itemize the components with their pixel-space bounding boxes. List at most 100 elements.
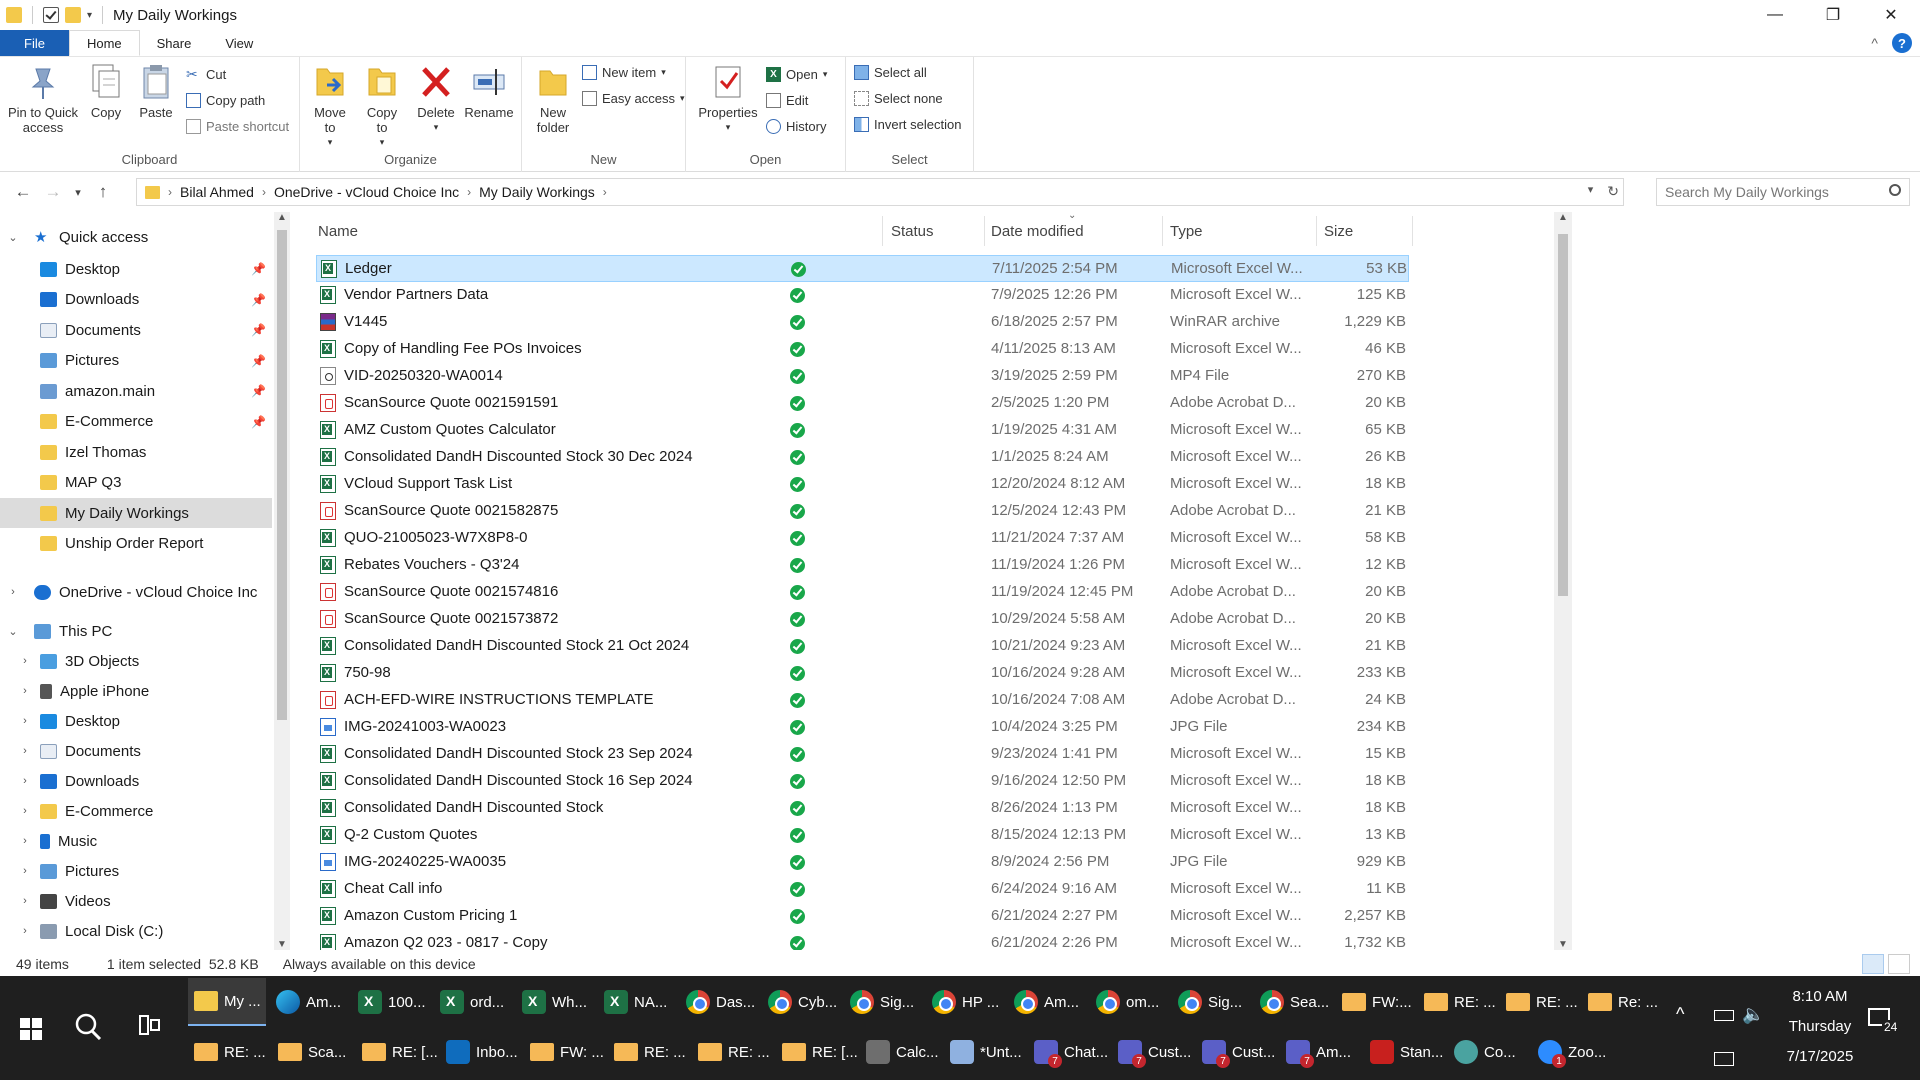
maximize-button[interactable]: ❐ bbox=[1804, 0, 1862, 30]
properties-check-icon[interactable] bbox=[43, 7, 59, 23]
pin-icon[interactable]: 📌 bbox=[251, 323, 266, 337]
pin-icon[interactable]: 📌 bbox=[251, 415, 266, 429]
taskbar-app-button[interactable]: Am... bbox=[270, 978, 348, 1026]
copy-path-button[interactable]: Copy path bbox=[186, 93, 265, 108]
nav-item-izel-thomas[interactable]: Izel Thomas bbox=[0, 437, 272, 467]
table-row[interactable]: Amazon Q2 023 - 0817 - Copy 6/21/2024 2:… bbox=[316, 930, 1409, 950]
taskbar-app-button[interactable]: RE: ... bbox=[692, 1028, 772, 1076]
recent-locations-chevron-icon[interactable]: ▾ bbox=[68, 186, 88, 199]
table-row[interactable]: Q-2 Custom Quotes 8/15/2024 12:13 PM Mic… bbox=[316, 822, 1409, 849]
table-row[interactable]: Cheat Call info 6/24/2024 9:16 AM Micros… bbox=[316, 876, 1409, 903]
tab-file[interactable]: File bbox=[0, 30, 69, 56]
table-row[interactable]: ScanSource Quote 0021573872 10/29/2024 5… bbox=[316, 606, 1409, 633]
paste-button[interactable]: Paste bbox=[136, 63, 176, 120]
scroll-down-icon[interactable]: ▼ bbox=[1558, 939, 1568, 950]
nav-item-pictures[interactable]: Pictures 📌 bbox=[0, 346, 272, 376]
table-row[interactable]: Consolidated DandH Discounted Stock 23 S… bbox=[316, 741, 1409, 768]
table-row[interactable]: ScanSource Quote 0021591591 2/5/2025 1:2… bbox=[316, 390, 1409, 417]
nav-scrollbar[interactable]: ▲ ▼ bbox=[274, 212, 290, 950]
table-row[interactable]: ScanSource Quote 0021574816 11/19/2024 1… bbox=[316, 579, 1409, 606]
tab-share[interactable]: Share bbox=[140, 30, 209, 56]
taskbar-app-button[interactable]: Stan... bbox=[1364, 1028, 1444, 1076]
taskbar-app-button[interactable]: RE: [... bbox=[356, 1028, 438, 1076]
table-row[interactable]: QUO-21005023-W7X8P8-0 11/21/2024 7:37 AM… bbox=[316, 525, 1409, 552]
taskbar-app-button[interactable]: RE: [... bbox=[776, 1028, 858, 1076]
minimize-button[interactable]: — bbox=[1746, 0, 1804, 30]
nav-item-map-q3[interactable]: MAP Q3 bbox=[0, 468, 272, 498]
table-row[interactable]: ACH-EFD-WIRE INSTRUCTIONS TEMPLATE 10/16… bbox=[316, 687, 1409, 714]
column-divider[interactable] bbox=[1316, 216, 1317, 246]
taskbar-app-button[interactable]: Cyb... bbox=[762, 978, 840, 1026]
expand-chevron-icon[interactable]: › bbox=[18, 835, 32, 847]
pin-icon[interactable]: 📌 bbox=[251, 354, 266, 368]
nav-item-my-daily-workings[interactable]: My Daily Workings bbox=[0, 498, 272, 528]
volume-icon[interactable]: 🔈 bbox=[1742, 1004, 1764, 1025]
taskbar-app-button[interactable]: RE: ... bbox=[1500, 978, 1578, 1026]
move-to-button[interactable]: Move to ▾ bbox=[310, 63, 350, 150]
taskbar-app-button[interactable]: Das... bbox=[680, 978, 758, 1026]
nav-item-unship-order-report[interactable]: Unship Order Report bbox=[0, 529, 272, 559]
search-input[interactable]: Search My Daily Workings bbox=[1665, 184, 1829, 200]
properties-button[interactable]: Properties ▾ bbox=[696, 63, 760, 135]
nav-item-documents[interactable]: Documents 📌 bbox=[0, 315, 272, 345]
nav-item-downloads[interactable]: Downloads 📌 bbox=[0, 285, 272, 315]
details-view-icon[interactable] bbox=[1862, 954, 1884, 974]
up-arrow-icon[interactable]: ↑ bbox=[88, 182, 118, 202]
taskbar-app-button[interactable]: Sea... bbox=[1254, 978, 1332, 1026]
notification-center-button[interactable]: 24 bbox=[1864, 1004, 1904, 1044]
easy-access-button[interactable]: Easy access ▾ bbox=[582, 91, 685, 106]
table-row[interactable]: ScanSource Quote 0021582875 12/5/2024 12… bbox=[316, 498, 1409, 525]
table-row[interactable]: Vendor Partners Data 7/9/2025 12:26 PM M… bbox=[316, 282, 1409, 309]
paste-shortcut-button[interactable]: Paste shortcut bbox=[186, 119, 289, 134]
search-icon[interactable] bbox=[74, 1012, 102, 1046]
file-list-scrollbar[interactable]: ▲ ▼ bbox=[1554, 212, 1572, 950]
breadcrumb-chevron-icon[interactable]: › bbox=[260, 185, 268, 199]
table-row[interactable]: IMG-20240225-WA0035 8/9/2024 2:56 PM JPG… bbox=[316, 849, 1409, 876]
forward-arrow-icon[interactable]: → bbox=[38, 182, 68, 202]
taskbar-app-button[interactable]: Am... bbox=[1008, 978, 1086, 1026]
taskbar-app-button[interactable]: FW:... bbox=[1336, 978, 1414, 1026]
nav-onedrive[interactable]: › OneDrive - vCloud Choice Inc bbox=[0, 577, 272, 607]
nav-pc-item-e-commerce[interactable]: › E-Commerce bbox=[0, 796, 272, 826]
close-button[interactable]: ✕ bbox=[1862, 0, 1920, 30]
column-header-type[interactable]: Type bbox=[1170, 212, 1203, 250]
taskbar-app-button[interactable]: RE: ... bbox=[188, 1028, 268, 1076]
nav-item-e-commerce[interactable]: E-Commerce 📌 bbox=[0, 407, 272, 437]
search-box[interactable]: Search My Daily Workings bbox=[1656, 178, 1910, 206]
table-row[interactable]: Copy of Handling Fee POs Invoices 4/11/2… bbox=[316, 336, 1409, 363]
copy-to-button[interactable]: Copy to ▾ bbox=[362, 63, 402, 150]
breadcrumb-chevron-icon[interactable]: › bbox=[465, 185, 473, 199]
tab-view[interactable]: View bbox=[208, 30, 270, 56]
expand-chevron-icon[interactable]: › bbox=[18, 775, 32, 787]
nav-pc-item-videos[interactable]: › Videos bbox=[0, 886, 272, 916]
table-row[interactable]: Rebates Vouchers - Q3'24 11/19/2024 1:26… bbox=[316, 552, 1409, 579]
nav-item-amazon-main[interactable]: amazon.main 📌 bbox=[0, 376, 272, 406]
address-history-chevron-icon[interactable]: ▾ bbox=[1588, 183, 1594, 200]
edit-button[interactable]: Edit bbox=[766, 93, 808, 108]
help-icon[interactable]: ? bbox=[1892, 33, 1912, 53]
scroll-up-icon[interactable]: ▲ bbox=[1558, 212, 1568, 223]
taskbar-app-button[interactable]: *Unt... bbox=[944, 1028, 1024, 1076]
new-folder-icon[interactable] bbox=[65, 7, 81, 23]
battery-icon[interactable] bbox=[1714, 1010, 1734, 1021]
taskbar-app-button[interactable]: 7 Chat... bbox=[1028, 1028, 1108, 1076]
table-row[interactable]: VCloud Support Task List 12/20/2024 8:12… bbox=[316, 471, 1409, 498]
taskbar-app-button[interactable]: Sig... bbox=[844, 978, 922, 1026]
table-row[interactable]: Consolidated DandH Discounted Stock 21 O… bbox=[316, 633, 1409, 660]
expand-chevron-icon[interactable]: › bbox=[18, 895, 32, 907]
taskbar-app-button[interactable]: Sig... bbox=[1172, 978, 1250, 1026]
large-icons-view-icon[interactable] bbox=[1888, 954, 1910, 974]
new-item-button[interactable]: New item ▾ bbox=[582, 65, 666, 80]
table-row[interactable]: 750-98 10/16/2024 9:28 AM Microsoft Exce… bbox=[316, 660, 1409, 687]
expand-chevron-icon[interactable]: › bbox=[18, 685, 32, 697]
column-header-status[interactable]: Status bbox=[891, 212, 934, 250]
table-row[interactable]: Consolidated DandH Discounted Stock 30 D… bbox=[316, 444, 1409, 471]
breadcrumb-user[interactable]: Bilal Ahmed bbox=[174, 184, 260, 200]
collapse-ribbon-icon[interactable]: ^ bbox=[1871, 35, 1878, 51]
taskbar-app-button[interactable]: Wh... bbox=[516, 978, 594, 1026]
nav-pc-item-downloads[interactable]: › Downloads bbox=[0, 766, 272, 796]
copy-button[interactable]: Copy bbox=[86, 63, 126, 120]
taskbar-app-button[interactable]: NA... bbox=[598, 978, 676, 1026]
taskbar-app-button[interactable]: om... bbox=[1090, 978, 1168, 1026]
collapse-chevron-icon[interactable]: ⌄ bbox=[6, 625, 20, 638]
